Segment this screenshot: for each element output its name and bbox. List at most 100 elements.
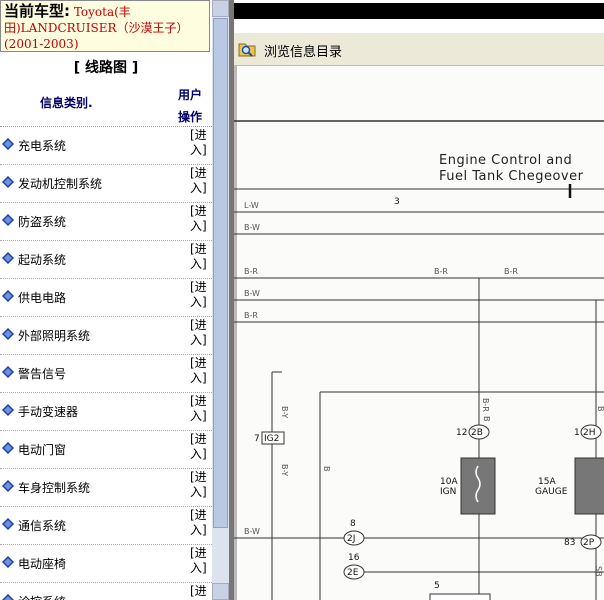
list-item[interactable]: 警告信号 [进入] [0,354,212,393]
list-item[interactable]: 外部照明系统 [进入] [0,316,212,355]
enter-link[interactable]: [进入] [190,166,208,196]
diamond-bullet-icon [2,252,14,264]
panel-title: [ 线路图 ] [0,56,212,80]
diamond-bullet-icon [2,594,14,600]
wire-label: SB [594,566,603,577]
pin-number: 83 [564,538,575,548]
enter-link[interactable]: [进入] [190,356,208,386]
enter-link[interactable]: [进入] [190,546,208,576]
top-bar [234,3,604,19]
enter-link[interactable]: [进入] [190,508,208,538]
scroll-down-arrow-icon[interactable] [212,583,229,600]
pin-number: 7 [254,434,260,444]
vehicle-model: Toyota(丰 [70,5,131,19]
category-name[interactable]: 发动机控制系统 [18,175,102,192]
category-name[interactable]: 电动门窗 [18,441,66,458]
diamond-bullet-icon [2,366,14,378]
vehicle-years: (2001-2003) [4,37,79,51]
wire-label: B [482,416,491,422]
list-item[interactable]: 车身控制系统 [进入] [0,468,212,507]
fuse-rating: 15A [538,477,556,487]
category-name[interactable]: 充电系统 [18,137,66,154]
fuse-rating: 10A [440,477,458,487]
pin-number: 5 [434,581,440,591]
connector-label: 2B [471,428,483,438]
connector-label: 2H [583,428,596,438]
col-action-line1: 用户 [178,88,203,102]
wire-label: B-R [244,311,258,320]
wire-label: B-R [481,398,490,412]
pin-number: 8 [350,519,356,529]
enter-link[interactable]: [进入] [190,432,208,462]
category-name[interactable]: 供电电路 [18,289,66,306]
diagram-title-line1: Engine Control and [439,153,572,168]
wire-label: B-Y [280,406,289,418]
enter-link[interactable]: [进入] [190,394,208,424]
category-name[interactable]: 起动系统 [18,251,66,268]
category-name[interactable]: 警告信号 [18,365,66,382]
list-item[interactable]: 充电系统 [进入] [0,126,212,165]
enter-link[interactable]: [进入] [190,584,208,600]
diamond-bullet-icon [2,328,14,340]
connector-label: 2J [347,534,355,544]
wiring-diagram: Engine Control and Fuel Tank Chegeover 3… [234,66,604,600]
diamond-bullet-icon [2,442,14,454]
toolbar: 浏览信息目录 [234,33,604,66]
wire-label: B [596,406,604,412]
folder-search-icon[interactable] [238,40,256,58]
vertical-scrollbar[interactable] [212,0,229,600]
enter-link[interactable]: [进入] [190,318,208,348]
enter-link[interactable]: [进入] [190,470,208,500]
list-item[interactable]: 发动机控制系统 [进入] [0,164,212,203]
category-name[interactable]: 电动座椅 [18,555,66,572]
scroll-thumb[interactable] [213,18,228,528]
current-vehicle-box: 当前车型: Toyota(丰 田)LANDCRUISER（沙漠王子） (2001… [0,0,210,52]
diamond-bullet-icon [2,480,14,492]
browse-directory-link[interactable]: 浏览信息目录 [264,41,342,60]
category-panel: 当前车型: Toyota(丰 田)LANDCRUISER（沙漠王子） (2001… [0,0,212,600]
wire-label: L-W [244,201,259,210]
category-name[interactable]: 防盗系统 [18,213,66,230]
category-name[interactable]: 手动变速器 [18,403,78,420]
wire-label: B-W [244,223,260,232]
category-name[interactable]: 外部照明系统 [18,327,90,344]
col-category-header: 信息类别. [40,96,93,110]
col-action-line2: 操作 [178,110,203,124]
enter-link[interactable]: [进入] [190,204,208,234]
content-panel: 浏览信息目录 Engine Control and Fuel Tank Cheg… [234,0,604,600]
pin-number: 12 [456,428,467,438]
category-name[interactable]: 通信系统 [18,517,66,534]
pin-number: 16 [348,553,360,563]
wire-label: B-R [504,267,518,276]
enter-link[interactable]: [进入] [190,242,208,272]
enter-link[interactable]: [进入] [190,128,208,158]
list-item[interactable]: 防盗系统 [进入] [0,202,212,241]
diamond-bullet-icon [2,404,14,416]
category-name[interactable]: 诊控系统 [18,593,66,600]
list-item[interactable]: 诊控系统 [进入] [0,582,212,600]
list-item[interactable]: 起动系统 [进入] [0,240,212,279]
pin-number: 1 [574,428,580,438]
vehicle-model-cont: 田)LANDCRUISER（沙漠王子） [4,21,189,35]
wire-label: B-W [244,527,260,536]
category-name[interactable]: 车身控制系统 [18,479,90,496]
wire-label: B [322,466,331,472]
diamond-bullet-icon [2,290,14,302]
connector-label: 2E [347,568,359,578]
list-item[interactable]: 手动变速器 [进入] [0,392,212,431]
list-item[interactable]: 通信系统 [进入] [0,506,212,545]
list-item[interactable]: 电动门窗 [进入] [0,430,212,469]
connector-label: 2P [583,538,595,548]
enter-link[interactable]: [进入] [190,280,208,310]
diamond-bullet-icon [2,176,14,188]
fuse-name: IGN [440,487,456,497]
wire-label: B-R [434,267,448,276]
connector-label: IG2 [264,434,279,444]
scroll-up-arrow-icon[interactable] [212,0,229,17]
wire-label: B-Y [280,464,289,476]
list-item[interactable]: 供电电路 [进入] [0,278,212,317]
list-item[interactable]: 电动座椅 [进入] [0,544,212,583]
section-number: 3 [394,197,400,207]
diamond-bullet-icon [2,518,14,530]
fuse-name: GAUGE [535,487,568,497]
